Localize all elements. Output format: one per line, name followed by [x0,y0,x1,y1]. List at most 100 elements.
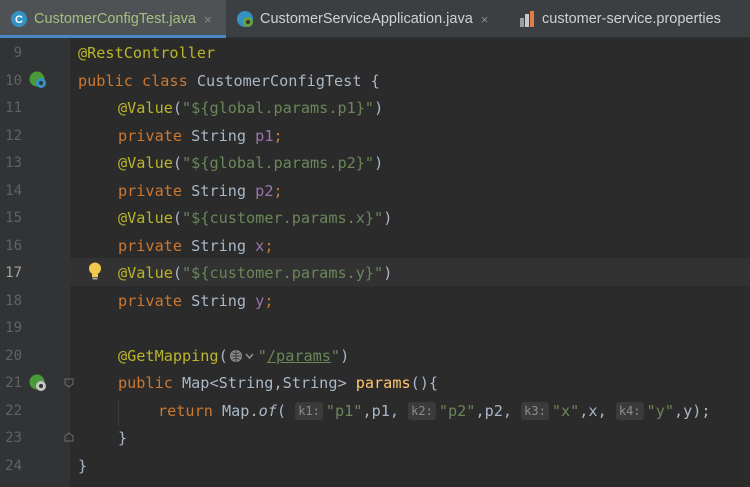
type-name: String [191,126,256,145]
web-endpoint-icon[interactable] [229,348,257,364]
code-line-current: @Value("${customer.params.y}") [118,260,392,288]
line-number-current: 17 [5,265,22,281]
paren: ( [276,401,296,420]
semicolon: ; [273,126,283,145]
class-ref: Map. [222,401,259,420]
code-line: @RestController [78,40,215,68]
paren: ( [172,264,183,282]
string-literal: "y" [646,401,674,420]
svg-text:C: C [15,14,23,26]
class-icon: C [11,11,27,27]
field-name: p1 [255,126,274,145]
static-method: of [258,401,277,420]
line-number: 10 [5,72,22,89]
keyword: private [118,181,192,200]
string-quote: " [330,346,341,365]
keyword: public class [78,71,197,90]
line-number: 21 [5,375,22,391]
semicolon: ; [264,236,274,255]
semicolon: ; [264,291,274,310]
keyword: return [158,401,223,420]
type-name: Map<String,String> [182,374,356,392]
string-literal: "${global.params.p2}" [182,154,375,172]
close-tab-icon[interactable]: × [481,12,489,27]
tab-customer-service-application[interactable]: CustomerServiceApplication.java × [236,0,488,38]
line-number: 13 [5,155,22,171]
type-name: String [191,236,256,255]
paren: ) [340,346,350,365]
paren: ( [218,346,228,365]
argument: ,p2, [475,401,522,420]
tab-customer-config-test[interactable]: C CustomerConfigTest.java × [0,0,226,38]
code-line: } [78,453,87,481]
annotation: @GetMapping [118,346,219,365]
line-number: 14 [5,182,22,199]
keyword: private [118,291,192,310]
parameter-hint: k4: [615,401,644,420]
paren: ) [374,99,384,117]
string-literal: "${global.params.p1}" [182,99,375,117]
line-number: 11 [5,100,22,116]
string-literal: "p2" [438,401,476,420]
keyword: private [118,126,192,145]
parameter-hint: k3: [521,401,549,420]
properties-icon [520,11,534,27]
tab-label: CustomerConfigTest.java [34,11,196,27]
tab-customer-service-properties[interactable]: customer-service.properties [518,0,721,38]
editor-tab-bar: C CustomerConfigTest.java × CustomerServ… [0,0,750,38]
lightbulb-icon[interactable] [86,261,104,281]
line-number: 22 [5,402,22,419]
request-mapping-gutter-icon[interactable] [28,373,48,393]
string-literal: "p1" [325,401,363,420]
code-line: private String y; [118,288,273,316]
closing-brace: } [118,429,128,447]
paren: (){ [410,374,439,392]
paren: ( [172,154,183,172]
tab-label: CustomerServiceApplication.java [260,11,473,27]
class-declaration: CustomerConfigTest { [196,71,380,90]
closing-brace: } [78,456,88,475]
paren: ( [172,209,183,227]
type-name: String [191,181,256,200]
annotation: @Value [118,154,173,172]
line-number: 19 [5,320,22,336]
code-line: public class CustomerConfigTest { [78,68,380,96]
string-quote: " [257,346,267,365]
string-literal: "x" [551,401,580,420]
line-number: 23 [5,430,22,446]
url-path-link[interactable]: /params [267,347,331,365]
annotation: @RestController [78,44,216,62]
paren: ) [374,154,384,172]
paren: ) [383,209,393,227]
code-line: private String p2; [118,178,283,206]
field-name: y [255,291,265,310]
argument: ,y); [673,401,711,420]
line-number: 15 [5,210,22,226]
indent-guide [118,399,119,425]
line-number: 20 [5,347,22,364]
line-number: 24 [5,457,22,474]
field-name: x [255,236,265,255]
keyword: public [118,374,183,392]
code-line: private String x; [118,233,273,261]
line-number: 12 [5,127,22,144]
code-line: } [118,425,127,453]
code-line: private String p1; [118,123,283,151]
line-number: 9 [13,45,22,61]
string-literal: "${customer.params.y}" [182,264,384,282]
paren: ) [383,264,393,282]
parameter-hint: k2: [408,401,436,420]
annotation: @Value [118,99,173,117]
code-line: @GetMapping( "/params") [118,343,349,371]
code-line: public Map<String,String> params(){ [118,370,438,398]
close-tab-icon[interactable]: × [204,12,212,27]
line-number: 18 [5,292,22,309]
semicolon: ; [273,181,283,200]
line-number: 16 [5,237,22,254]
spring-bean-gutter-icon[interactable] [28,70,48,90]
fold-end-icon[interactable] [64,432,74,442]
method-name: params [355,374,411,392]
argument: ,p1, [362,401,409,420]
code-line: @Value("${global.params.p1}") [118,95,383,123]
fold-collapse-icon[interactable] [64,378,74,388]
